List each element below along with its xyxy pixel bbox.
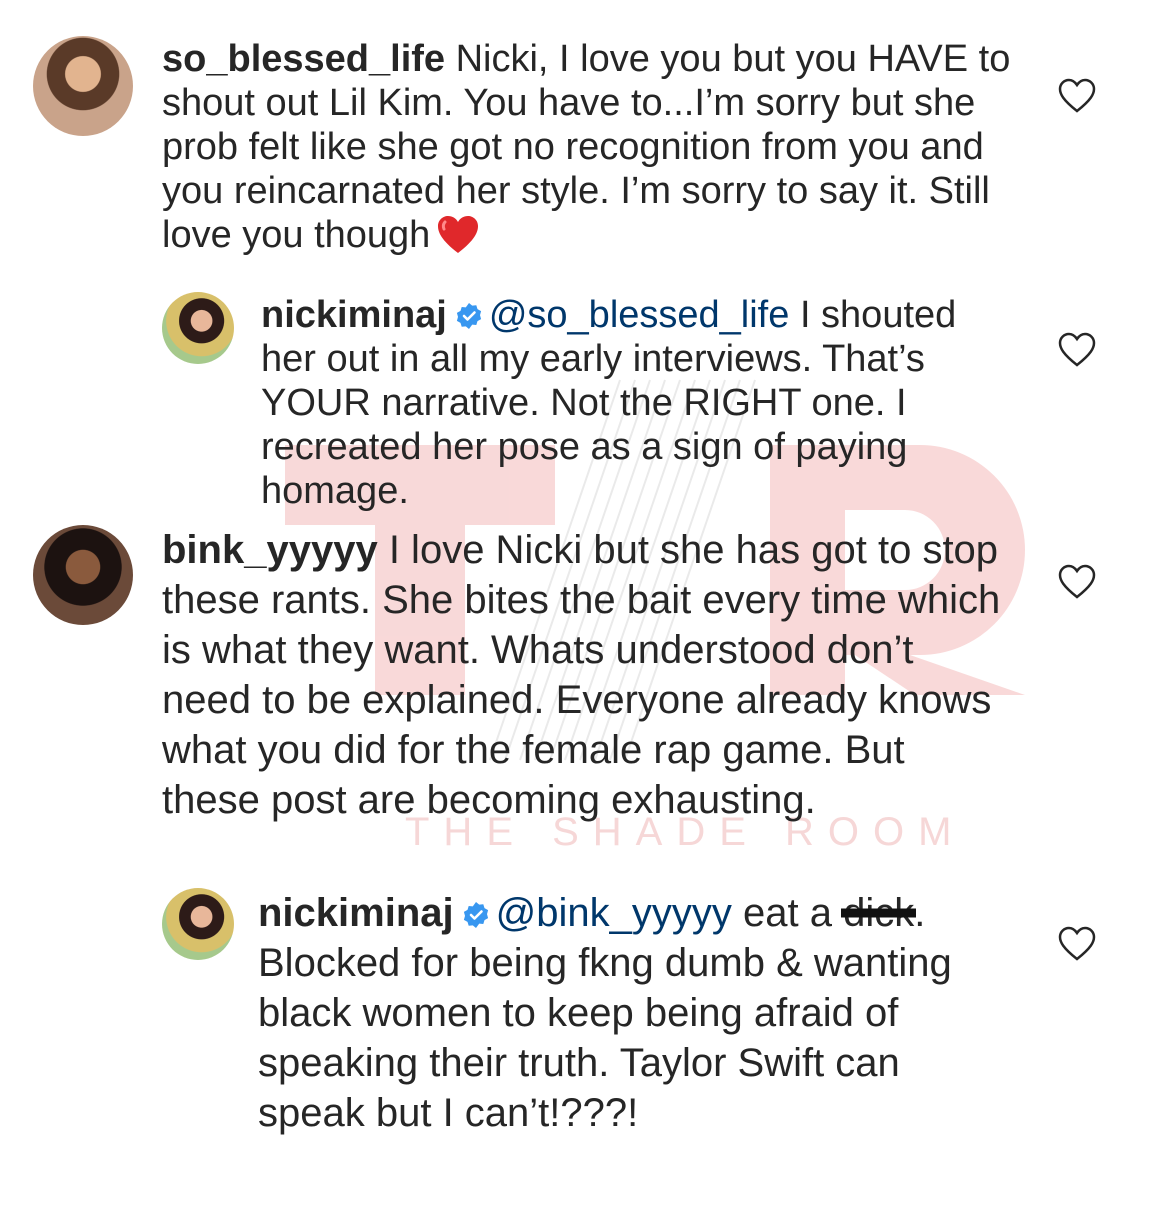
comment-body: nickiminaj @so_blessed_life I shouted her…: [261, 293, 991, 513]
comment-text: I love Nicki but she has got to stop the…: [162, 528, 1001, 822]
comment-username[interactable]: bink_yyyyy: [162, 528, 378, 572]
heart-outline-icon[interactable]: [1058, 78, 1096, 114]
heart-outline-icon[interactable]: [1058, 564, 1096, 600]
comment-body: bink_yyyyy I love Nicki but she has got …: [162, 525, 1012, 825]
verified-badge-icon: [456, 303, 481, 329]
avatar[interactable]: [33, 525, 133, 625]
redacted-word: dick: [843, 888, 914, 938]
mention-link[interactable]: @so_blessed_life: [489, 294, 790, 336]
heart-outline-icon[interactable]: [1058, 926, 1096, 962]
red-heart-emoji-icon: [438, 216, 479, 253]
mention-link[interactable]: @bink_yyyyy: [496, 891, 732, 935]
avatar[interactable]: [162, 292, 234, 364]
heart-outline-icon[interactable]: [1058, 332, 1096, 368]
comment-username[interactable]: nickiminaj: [261, 294, 447, 336]
comment-username[interactable]: so_blessed_life: [162, 38, 445, 80]
verified-badge-icon: [463, 902, 488, 928]
comment-text-start: eat a: [742, 891, 832, 935]
comment-username[interactable]: nickiminaj: [258, 891, 454, 935]
comment-body: nickiminaj @bink_yyyyy eat a dick. Blocke…: [258, 888, 998, 1138]
comment-body: so_blessed_life Nicki, I love you but yo…: [162, 37, 1012, 257]
avatar[interactable]: [162, 888, 234, 960]
avatar[interactable]: [33, 36, 133, 136]
